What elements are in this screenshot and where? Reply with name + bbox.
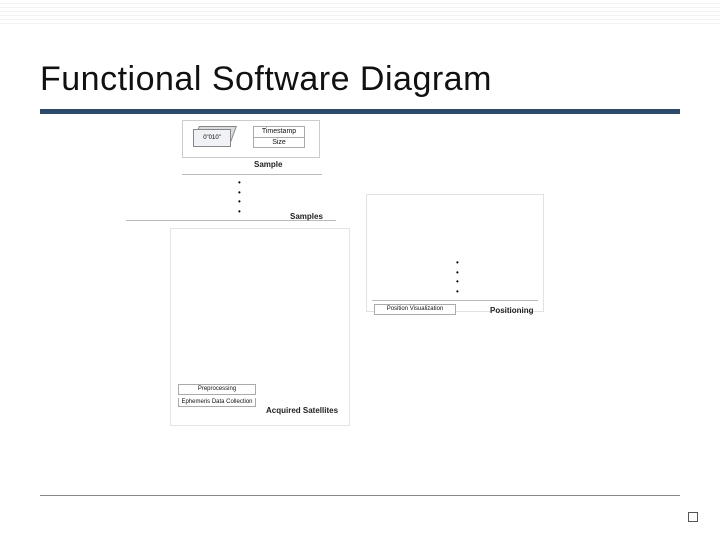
- samples-top-sep: [182, 174, 322, 175]
- diagram-canvas: 0"010" Timestamp Size Sample •••• Sample…: [0, 108, 720, 540]
- acquired-boxes: Preprocessing Ephemeris Data Collection: [178, 384, 256, 407]
- acquired-box-preprocessing: Preprocessing: [178, 384, 256, 395]
- page-title: Functional Software Diagram: [40, 60, 680, 99]
- sample-caption: Sample: [254, 160, 282, 169]
- positioning-box: Position Visualization: [374, 304, 456, 315]
- sample-block: 0"010" Timestamp Size: [182, 120, 320, 158]
- sample-card-label: 0"010": [203, 135, 221, 141]
- slide: Functional Software Diagram 0"010" Times…: [0, 0, 720, 540]
- sample-field-size: Size: [253, 138, 305, 149]
- positioning-dots: ••••: [456, 258, 459, 296]
- positioning-box-label: Position Visualization: [374, 304, 456, 315]
- acquired-box-ephemeris: Ephemeris Data Collection: [178, 398, 256, 408]
- title-wrap: Functional Software Diagram: [0, 26, 720, 103]
- sample-field-timestamp: Timestamp: [253, 126, 305, 138]
- samples-caption: Samples: [290, 212, 323, 221]
- sample-fields: Timestamp Size: [253, 126, 305, 148]
- ruled-top-1: [0, 0, 720, 26]
- positioning-sep: [372, 300, 538, 301]
- sample-card: 0"010": [193, 129, 237, 149]
- positioning-caption: Positioning: [490, 306, 534, 315]
- bottom-rule: [40, 495, 680, 496]
- corner-square-icon: [688, 512, 698, 522]
- positioning-outer: [366, 194, 544, 312]
- samples-dots: ••••: [238, 178, 241, 216]
- acquired-caption: Acquired Satellites: [266, 406, 338, 415]
